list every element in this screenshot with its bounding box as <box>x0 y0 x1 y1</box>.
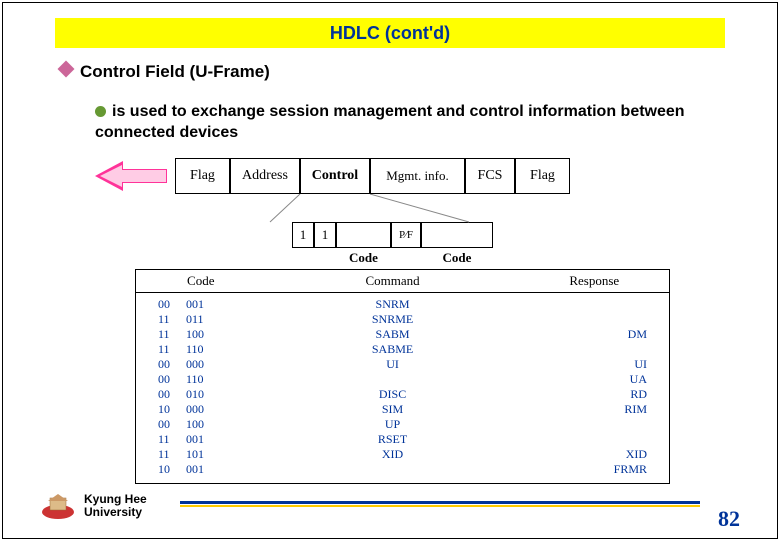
table-row <box>266 372 520 387</box>
table-row: FRMR <box>520 462 647 477</box>
university-logo-icon <box>40 492 76 520</box>
field-fcs: FCS <box>465 158 515 194</box>
table-row <box>266 462 520 477</box>
page-number: 82 <box>718 506 740 532</box>
table-row: UI <box>266 357 520 372</box>
table-header: Code Command Response <box>136 270 669 293</box>
hdr-response: Response <box>520 270 669 292</box>
uni-line2: University <box>84 506 147 519</box>
table-row <box>520 342 647 357</box>
hdlc-diagram: Flag Address Control Mgmt. info. FCS Fla… <box>115 158 670 484</box>
table-row: RD <box>520 387 647 402</box>
field-address: Address <box>230 158 300 194</box>
bullet2-text: is used to exchange session management a… <box>95 103 685 141</box>
table-row: UI <box>520 357 647 372</box>
footer-divider <box>180 501 700 508</box>
bits-code-right <box>421 222 493 248</box>
table-row <box>520 417 647 432</box>
table-row <box>520 432 647 447</box>
table-row: SABME <box>266 342 520 357</box>
title-bar: HDLC (cont'd) <box>55 18 725 48</box>
table-row: UP <box>266 417 520 432</box>
bullet-level-2: is used to exchange session management a… <box>95 102 725 144</box>
bit-1a: 1 <box>292 222 314 248</box>
table-row: 11101 <box>158 447 266 462</box>
control-bits: 1 1 P∕F <box>115 222 670 248</box>
table-row: SABM <box>266 327 520 342</box>
table-row: 11110 <box>158 342 266 357</box>
table-row: SNRME <box>266 312 520 327</box>
table-row: XID <box>520 447 647 462</box>
bit-pf: P∕F <box>391 222 421 248</box>
table-row <box>520 312 647 327</box>
table-row: XID <box>266 447 520 462</box>
table-row: 10001 <box>158 462 266 477</box>
expand-lines <box>115 194 670 222</box>
frame-structure: Flag Address Control Mgmt. info. FCS Fla… <box>175 158 670 194</box>
table-row: 11100 <box>158 327 266 342</box>
diamond-icon <box>58 61 75 78</box>
bullet1-text: Control Field (U-Frame) <box>80 62 270 81</box>
hdr-command: Command <box>266 270 520 292</box>
codes-table: Code Command Response 000011101111100111… <box>135 269 670 484</box>
lbl-code-right: Code <box>421 250 493 266</box>
table-row: 00010 <box>158 387 266 402</box>
table-row: DM <box>520 327 647 342</box>
control-labels: Code Code <box>115 250 670 266</box>
table-row: 11001 <box>158 432 266 447</box>
footer-logo: Kyung Hee University <box>40 492 147 520</box>
bit-1b: 1 <box>314 222 336 248</box>
table-row: 10000 <box>158 402 266 417</box>
hdr-code: Code <box>136 270 266 292</box>
field-flag2: Flag <box>515 158 570 194</box>
slide-title: HDLC (cont'd) <box>330 23 450 44</box>
lbl-code-left: Code <box>336 250 391 266</box>
table-row: 00001 <box>158 297 266 312</box>
table-row: SNRM <box>266 297 520 312</box>
table-row: RSET <box>266 432 520 447</box>
col-cmd-values: SNRMSNRMESABMSABMEUI DISCSIMUPRSETXID <box>266 297 520 477</box>
table-row <box>520 297 647 312</box>
field-mgmt: Mgmt. info. <box>370 158 465 194</box>
table-row: SIM <box>266 402 520 417</box>
table-row: RIM <box>520 402 647 417</box>
col-resp-values: DM UIUARDRIM XIDFRMR <box>520 297 669 477</box>
col-code-values: 0000111011111001111000000001100001010000… <box>136 297 266 477</box>
table-row: DISC <box>266 387 520 402</box>
disc-icon <box>95 106 106 117</box>
university-name: Kyung Hee University <box>84 493 147 519</box>
table-body: 0000111011111001111000000001100001010000… <box>136 293 669 483</box>
table-row: UA <box>520 372 647 387</box>
table-row: 00000 <box>158 357 266 372</box>
bullet-level-1: Control Field (U-Frame) <box>60 62 270 82</box>
table-row: 00100 <box>158 417 266 432</box>
bits-code-left <box>336 222 391 248</box>
table-row: 11011 <box>158 312 266 327</box>
table-row: 00110 <box>158 372 266 387</box>
field-flag: Flag <box>175 158 230 194</box>
field-control: Control <box>300 158 370 194</box>
